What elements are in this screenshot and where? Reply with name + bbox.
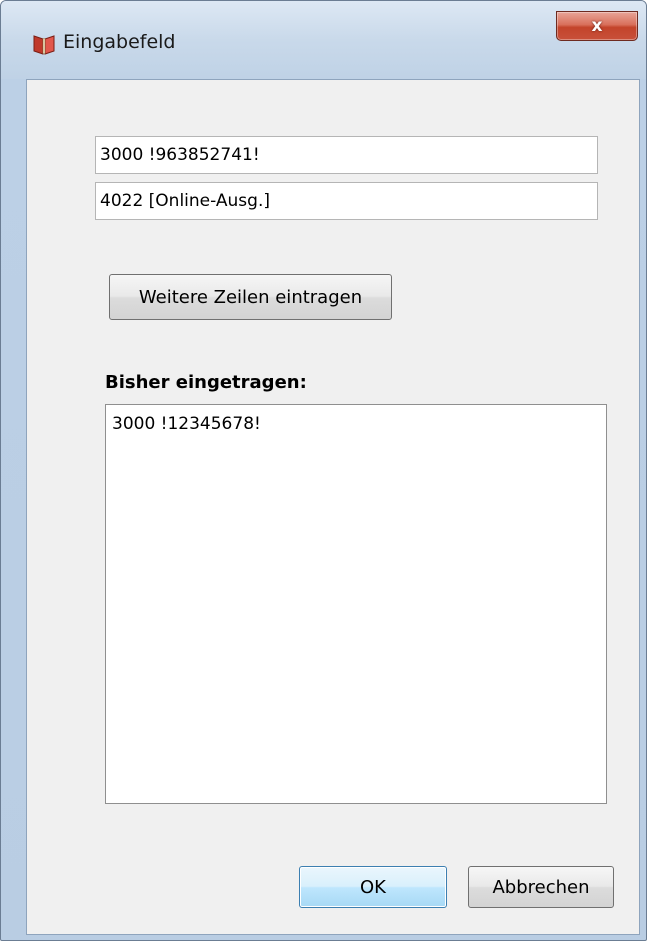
ok-button[interactable]: OK	[299, 866, 447, 908]
close-button[interactable]: x	[556, 11, 638, 41]
title-bar[interactable]: Eingabefeld x	[1, 1, 646, 79]
close-icon: x	[591, 16, 603, 36]
dialog-body: 3000 !963852741! 4022 [Online-Ausg.] Wei…	[26, 79, 640, 935]
dialog-window: Eingabefeld x 3000 !963852741! 4022 [Onl…	[0, 0, 647, 941]
cancel-label: Abbrechen	[492, 876, 590, 898]
cancel-button[interactable]: Abbrechen	[468, 866, 614, 908]
list-item: 3000 !12345678!	[112, 414, 261, 434]
add-more-lines-button[interactable]: Weitere Zeilen eintragen	[109, 274, 392, 320]
history-heading: Bisher eingetragen:	[105, 372, 307, 393]
entry-field-2[interactable]: 4022 [Online-Ausg.]	[95, 182, 598, 220]
entry-field-1[interactable]: 3000 !963852741!	[95, 136, 598, 174]
history-list[interactable]: 3000 !12345678!	[105, 404, 607, 804]
add-more-lines-label: Weitere Zeilen eintragen	[138, 286, 363, 308]
book-icon	[33, 35, 55, 55]
ok-label: OK	[360, 876, 386, 898]
window-title: Eingabefeld	[63, 31, 176, 53]
